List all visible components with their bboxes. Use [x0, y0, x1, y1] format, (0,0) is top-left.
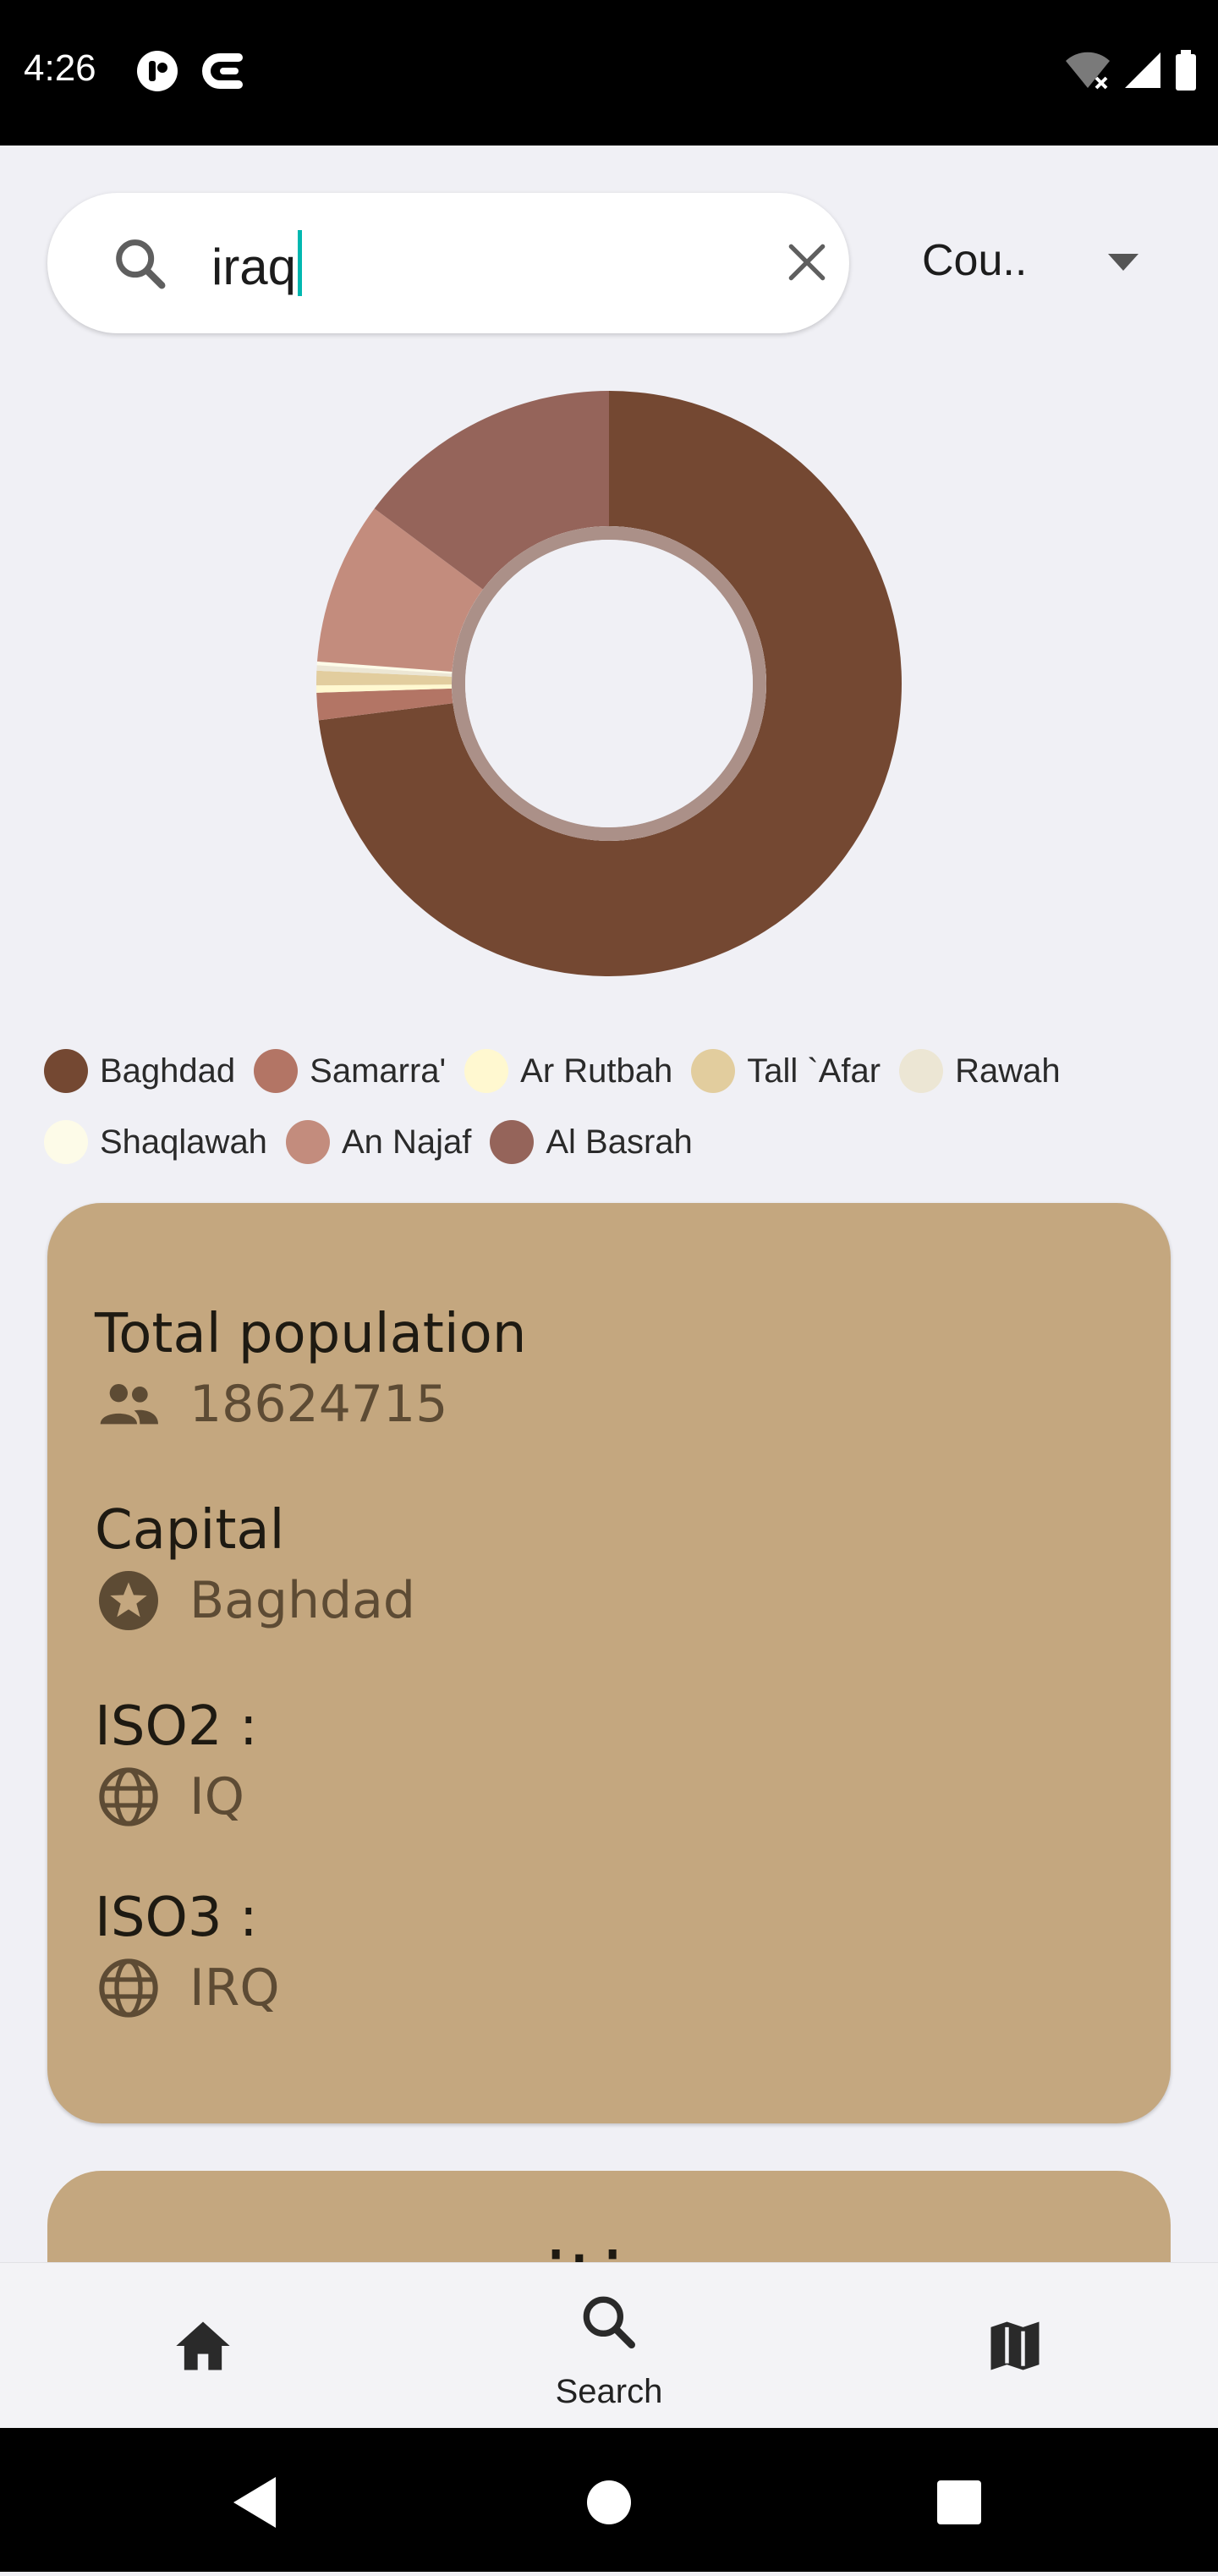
legend-swatch — [44, 1120, 88, 1164]
population-block: Total population 18624715 — [95, 1303, 526, 1438]
capital-row: Baghdad — [95, 1567, 415, 1634]
legend-label: Baghdad — [100, 1052, 236, 1090]
search-icon — [116, 239, 166, 289]
legend-label: Shaqlawah — [100, 1123, 267, 1161]
capital-label: Capital — [95, 1499, 285, 1562]
system-back-button[interactable] — [195, 2428, 313, 2572]
iso3-value: IRQ — [189, 1958, 280, 2018]
nav-search-label: Search — [555, 2373, 663, 2410]
system-home-button[interactable] — [550, 2428, 668, 2572]
status-notification-icons — [135, 49, 249, 93]
status-time: 4:26 — [24, 47, 96, 89]
iso2-row: IQ — [95, 1763, 258, 1831]
legend-label: An Najaf — [341, 1123, 472, 1161]
population-row: 18624715 — [95, 1370, 526, 1438]
legend-swatch — [464, 1049, 509, 1093]
iso3-block: ISO3 : IRQ — [95, 1887, 280, 2022]
legend-label: Rawah — [955, 1052, 1061, 1090]
globe-icon — [95, 1763, 162, 1831]
population-value: 18624715 — [189, 1375, 448, 1434]
legend-item: Tall `Afar — [691, 1049, 881, 1093]
capital-block: Capital Baghdad — [95, 1499, 415, 1634]
legend-label: Al Basrah — [546, 1123, 693, 1161]
text-caret — [298, 230, 303, 296]
legend-swatch — [899, 1049, 944, 1093]
legend-item: Al Basrah — [490, 1120, 693, 1164]
legend-swatch — [44, 1049, 88, 1093]
bottom-navigation: Search — [0, 2262, 1218, 2429]
iso3-row: IRQ — [95, 1954, 280, 2022]
iso2-block: ISO2 : IQ — [95, 1695, 258, 1831]
legend-item: Ar Rutbah — [464, 1049, 672, 1093]
clear-icon[interactable] — [780, 235, 834, 289]
star-circle-icon — [95, 1567, 162, 1634]
legend-swatch — [285, 1120, 330, 1164]
nav-search[interactable]: Search — [406, 2263, 812, 2429]
legend-item: Samarra' — [254, 1049, 446, 1093]
system-recents-button[interactable] — [900, 2428, 1018, 2572]
legend-item: An Najaf — [285, 1120, 472, 1164]
donut-center — [465, 540, 753, 827]
nav-map[interactable] — [812, 2263, 1218, 2429]
search-box[interactable]: iraq — [47, 193, 849, 333]
dropdown-selected-value: Cou.. — [922, 236, 1028, 285]
cities-donut-chart — [316, 391, 903, 976]
signal-icon — [1125, 52, 1160, 88]
globe-icon — [95, 1954, 162, 2022]
status-system-icons — [1064, 49, 1198, 91]
country-info-card: Total population 18624715 Capital Baghda… — [47, 1203, 1171, 2123]
legend-swatch — [691, 1049, 736, 1093]
search-icon — [583, 2296, 635, 2348]
map-icon — [990, 2321, 1040, 2370]
home-circle-icon — [587, 2480, 631, 2524]
app-notification-icon — [137, 51, 178, 91]
legend-swatch — [490, 1120, 535, 1164]
system-navigation-bar — [0, 2428, 1218, 2572]
iso3-label: ISO3 : — [95, 1887, 258, 1949]
dropdown-arrow-icon — [1108, 254, 1138, 271]
search-input[interactable]: iraq — [211, 230, 303, 299]
legend-item: Baghdad — [44, 1049, 235, 1093]
back-icon — [233, 2477, 276, 2528]
legend-swatch — [254, 1049, 299, 1093]
legend-label: Ar Rutbah — [520, 1052, 673, 1090]
chart-legend: Baghdad Samarra' Ar Rutbah Tall `Afar Ra… — [44, 1049, 1177, 1164]
iso2-value: IQ — [189, 1767, 244, 1826]
legend-label: Tall `Afar — [747, 1052, 881, 1090]
filter-dropdown[interactable]: Cou.. — [907, 220, 1160, 305]
home-icon — [176, 2321, 230, 2370]
iso2-label: ISO2 : — [95, 1695, 258, 1758]
legend-item: Shaqlawah — [44, 1120, 267, 1164]
status-bar: 4:26 — [0, 0, 1218, 146]
battery-icon — [1176, 50, 1196, 91]
wifi-off-icon — [1066, 52, 1110, 90]
nav-home[interactable] — [0, 2263, 406, 2429]
recents-icon — [937, 2480, 981, 2524]
app-notification-icon-2 — [202, 53, 243, 89]
people-icon — [95, 1370, 162, 1438]
legend-label: Samarra' — [310, 1052, 447, 1090]
legend-item: Rawah — [899, 1049, 1061, 1093]
population-label: Total population — [95, 1303, 527, 1365]
capital-value: Baghdad — [189, 1571, 415, 1630]
search-query: iraq — [211, 239, 297, 295]
